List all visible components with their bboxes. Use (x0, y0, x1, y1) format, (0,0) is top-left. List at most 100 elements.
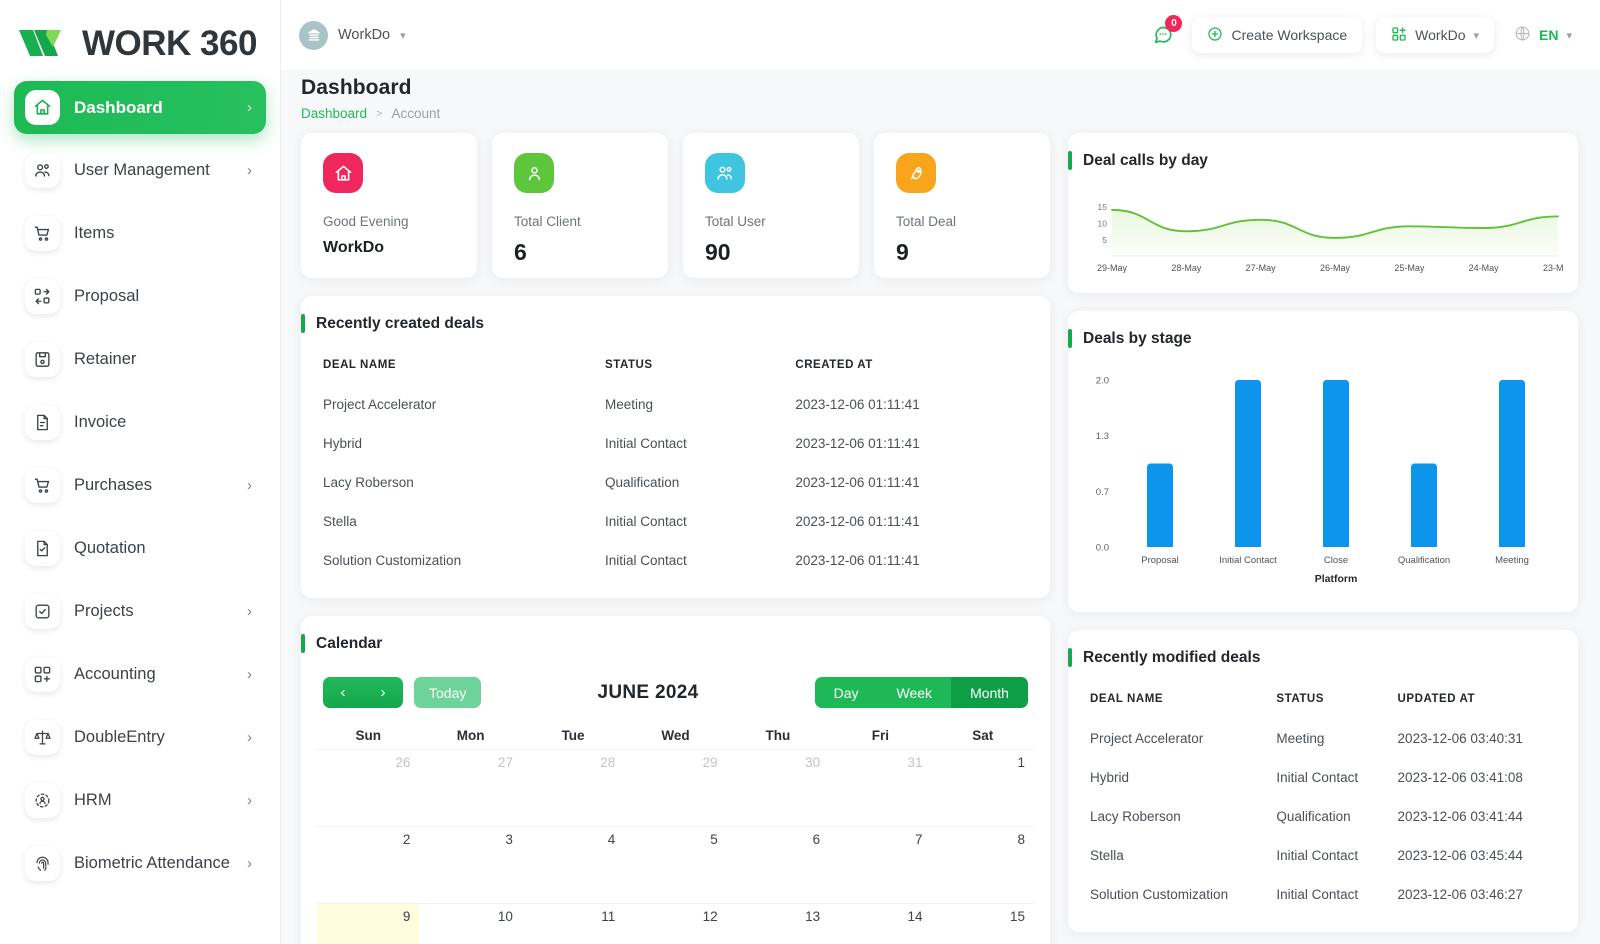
dashboard-content: Good Evening WorkDo Total Client 6 Total… (281, 121, 1600, 944)
table-row[interactable]: Hybrid Initial Contact 2023-12-06 01:11:… (323, 424, 1028, 463)
title-accent-bar (301, 314, 305, 333)
chevron-right-icon: › (247, 855, 252, 872)
svg-text:24-May: 24-May (1469, 263, 1500, 273)
sidebar-item-retainer[interactable]: Retainer (14, 333, 266, 386)
svg-text:0.7: 0.7 (1096, 487, 1109, 498)
table-row[interactable]: Stella Initial Contact 2023-12-06 01:11:… (323, 502, 1028, 541)
table-row[interactable]: Lacy Roberson Qualification 2023-12-06 0… (323, 463, 1028, 502)
stat-value: 6 (514, 239, 527, 265)
sidebar-item-invoice[interactable]: Invoice (14, 396, 266, 449)
weekday-mon: Mon (456, 728, 485, 743)
calendar-view-week[interactable]: Week (877, 677, 952, 708)
calendar-day-cell[interactable]: 27 (419, 749, 522, 826)
brand-logo[interactable]: WORK 360 (0, 0, 280, 68)
svg-text:27-May: 27-May (1246, 263, 1277, 273)
calendar-day-cell[interactable]: 30 (726, 749, 830, 826)
left-column: Good Evening WorkDo Total Client 6 Total… (301, 133, 1050, 944)
sidebar-item-doubleentry[interactable]: DoubleEntry › (14, 711, 266, 764)
calendar-next-button[interactable]: › (363, 677, 403, 708)
sidebar-item-user-management[interactable]: User Management › (14, 144, 266, 197)
table-header-row: DEAL NAME STATUS CREATED AT (323, 345, 1028, 385)
sidebar-item-items[interactable]: Items (14, 207, 266, 260)
stat-card-total-user: Total User 90 (683, 133, 859, 278)
calendar-day-cell[interactable]: 13 (726, 903, 830, 944)
calendar-day-cell[interactable]: 11 (521, 903, 625, 944)
calendar-view-day[interactable]: Day (814, 677, 878, 708)
cell-status: Initial Contact (1276, 887, 1359, 902)
calendar-day-cells: 26 27 28 29 30 31 1 2 3 4 5 6 7 8 9 10 1… (317, 749, 1034, 944)
home-icon (323, 153, 363, 193)
calendar-day-cell[interactable]: 14 (829, 903, 932, 944)
table-row[interactable]: Hybrid Initial Contact 2023-12-06 03:41:… (1090, 758, 1556, 797)
chevron-down-icon: ▾ (400, 29, 406, 42)
workspace-selector[interactable]: WorkDo ▾ (299, 20, 406, 50)
sidebar-item-quotation[interactable]: Quotation (14, 522, 266, 575)
calendar-day-cell[interactable]: 4 (521, 826, 625, 903)
chevron-right-icon: › (247, 792, 252, 809)
sidebar-item-biometric-attendance[interactable]: Biometric Attendance › (14, 837, 266, 890)
recently-modified-deals-card: Recently modified deals DEAL NAME STATUS… (1068, 630, 1578, 932)
svg-text:Close: Close (1324, 555, 1348, 566)
table-row[interactable]: Stella Initial Contact 2023-12-06 03:45:… (1090, 836, 1556, 875)
cell-status: Meeting (1276, 731, 1325, 746)
page-header: Dashboard Dashboard > Account (281, 70, 1600, 121)
svg-text:0.0: 0.0 (1096, 543, 1109, 554)
calendar-prev-button[interactable]: ‹ (323, 677, 363, 708)
recently-modified-deals-table: DEAL NAME STATUS UPDATED AT Project Acce… (1090, 679, 1556, 914)
right-column: Deal calls by day 5 10 15 29-May 28-May 27-Ma… (1068, 133, 1578, 944)
calendar-day-cell[interactable]: 31 (829, 749, 932, 826)
calendar-day-cell[interactable]: 1 (931, 749, 1034, 826)
sidebar-item-dashboard[interactable]: Dashboard › (14, 81, 266, 134)
workspace-switch-button[interactable]: WorkDo ▾ (1376, 17, 1495, 53)
calendar-day-cell[interactable]: 8 (931, 826, 1034, 903)
calendar-day-cell[interactable]: 28 (521, 749, 625, 826)
calendar-today-button[interactable]: Today (414, 677, 482, 708)
chat-bubble-icon[interactable]: 0 (1148, 15, 1183, 50)
retainer-icon (25, 342, 60, 377)
sidebar-item-label: User Management (74, 161, 210, 180)
language-selector[interactable]: EN ▾ (1508, 17, 1578, 53)
cell-updated-at: 2023-12-06 03:40:31 (1397, 731, 1523, 746)
table-row[interactable]: Lacy Roberson Qualification 2023-12-06 0… (1090, 797, 1556, 836)
table-row[interactable]: Solution Customization Initial Contact 2… (323, 541, 1028, 580)
cell-deal-name: Hybrid (1090, 770, 1130, 785)
breadcrumb-link[interactable]: Dashboard (301, 106, 367, 121)
stat-label: Total User (705, 214, 766, 229)
table-row[interactable]: Solution Customization Initial Contact 2… (1090, 875, 1556, 914)
table-row[interactable]: Project Accelerator Meeting 2023-12-06 0… (1090, 719, 1556, 758)
sidebar-item-projects[interactable]: Projects › (14, 585, 266, 638)
col-status: STATUS (605, 359, 653, 371)
sidebar-item-label: Retainer (74, 350, 137, 369)
card-title-text: Deal calls by day (1083, 151, 1208, 169)
calendar-day-cell[interactable]: 29 (624, 749, 727, 826)
create-workspace-button[interactable]: Create Workspace (1192, 17, 1363, 53)
cell-deal-name: Project Accelerator (323, 397, 437, 412)
calendar-day-cell[interactable]: 12 (624, 903, 727, 944)
calendar-view-month[interactable]: Month (951, 677, 1028, 708)
sidebar-item-label: Proposal (74, 287, 140, 306)
sidebar-item-hrm[interactable]: HRM › (14, 774, 266, 827)
cell-created-at: 2023-12-06 01:11:41 (795, 553, 920, 568)
sidebar-item-accounting[interactable]: Accounting › (14, 648, 266, 701)
chevron-right-icon: › (247, 99, 252, 116)
sidebar-item-purchases[interactable]: Purchases › (14, 459, 266, 512)
calendar-day-cell[interactable]: 6 (726, 826, 830, 903)
sidebar-item-label: Accounting (74, 665, 156, 684)
recently-created-deals-table: DEAL NAME STATUS CREATED AT Project Acce… (323, 345, 1028, 580)
svg-text:15: 15 (1098, 202, 1108, 212)
calendar-day-cell[interactable]: 3 (419, 826, 522, 903)
svg-text:29-May: 29-May (1097, 263, 1128, 273)
calendar-day-cell-today[interactable]: 9 (317, 903, 420, 944)
sidebar-item-label: DoubleEntry (74, 728, 165, 747)
card-header: Deal calls by day (1068, 133, 1578, 170)
calendar-day-cell[interactable]: 5 (624, 826, 727, 903)
sidebar-item-proposal[interactable]: Proposal (14, 270, 266, 323)
table-row[interactable]: Project Accelerator Meeting 2023-12-06 0… (323, 385, 1028, 424)
calendar-day-cell[interactable]: 2 (317, 826, 420, 903)
calendar-day-cell[interactable]: 10 (419, 903, 522, 944)
app-root: WORK 360 Dashboard › User Management › I… (0, 0, 1600, 944)
calendar-day-cell[interactable]: 7 (829, 826, 932, 903)
svg-text:5: 5 (1102, 235, 1107, 245)
calendar-day-cell[interactable]: 26 (317, 749, 420, 826)
calendar-day-cell[interactable]: 15 (931, 903, 1034, 944)
